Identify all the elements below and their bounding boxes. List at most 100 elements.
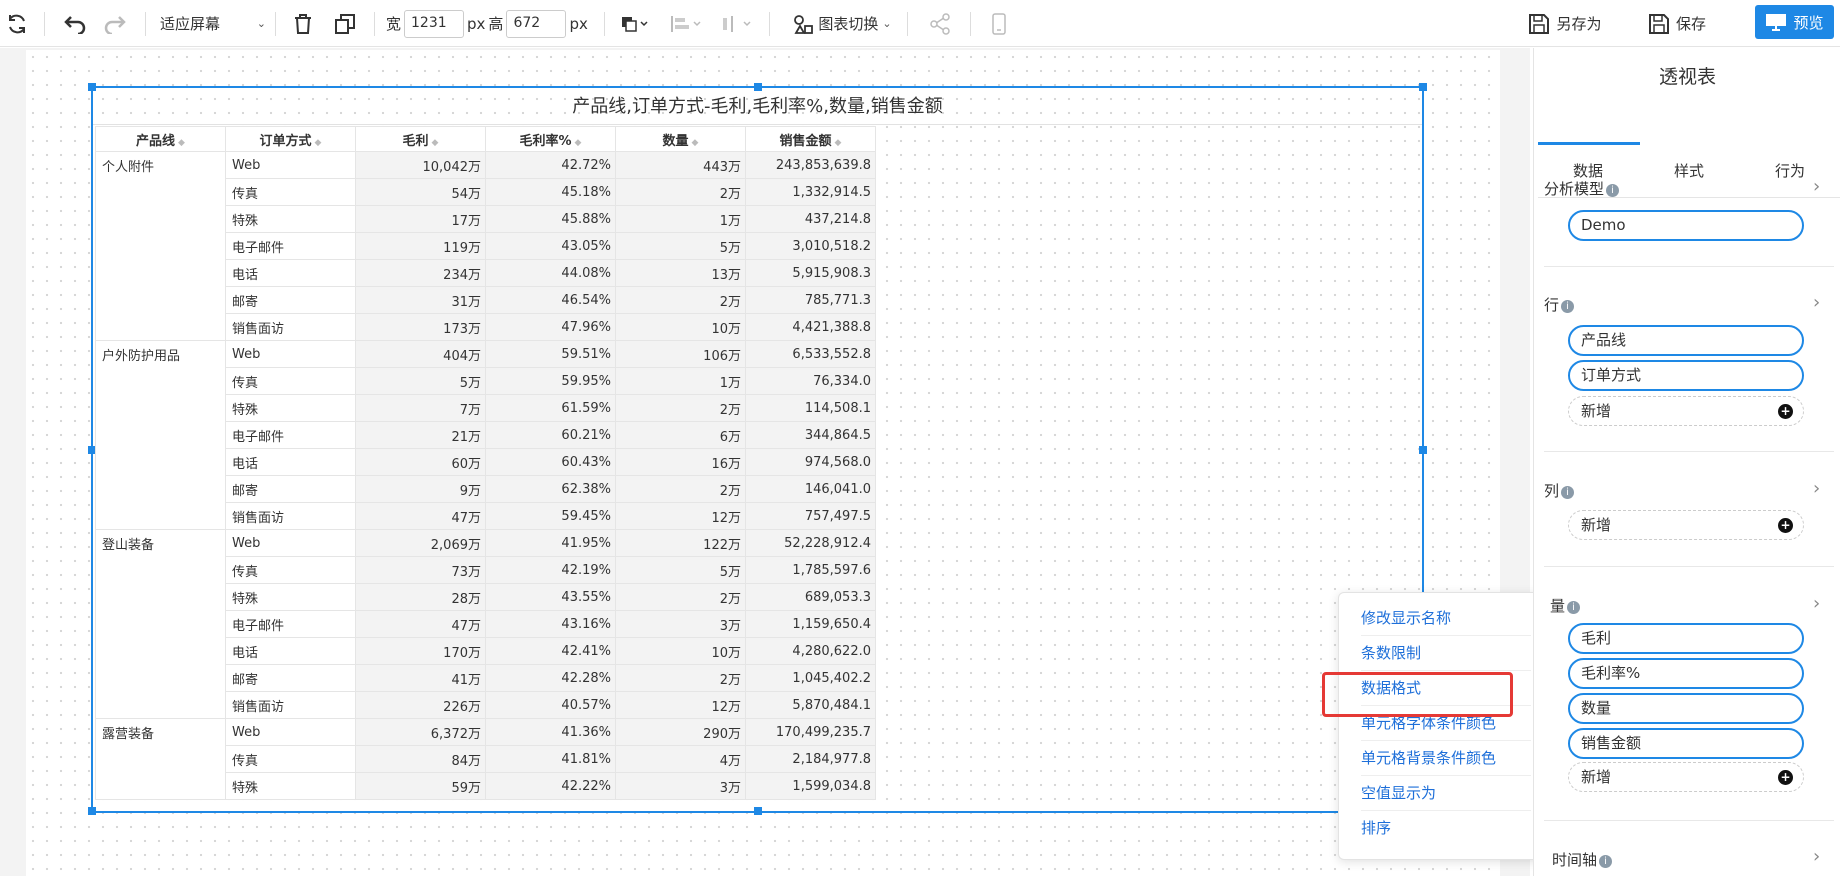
fit-screen-select[interactable]: 适应屏幕 ⌄ — [160, 0, 266, 47]
menu-item-bg-color[interactable]: 单元格背景条件颜色 — [1361, 741, 1531, 776]
width-label: 宽 — [386, 15, 402, 33]
layer-icon[interactable] — [617, 0, 653, 47]
value-cell: 60.21% — [485, 421, 616, 449]
value-cell: 3万 — [615, 772, 746, 800]
value-cell: 3,010,518.2 — [745, 232, 876, 260]
section-columns: 列i — [1544, 480, 1575, 501]
value-cell: 84万 — [355, 745, 486, 773]
tab-behavior[interactable]: 行为 — [1740, 160, 1840, 181]
mobile-icon[interactable] — [987, 0, 1011, 47]
redo-icon[interactable] — [102, 0, 128, 47]
sort-icon[interactable]: ◆ — [178, 138, 185, 148]
distribute-icon[interactable] — [716, 0, 756, 47]
menu-item-empty-display[interactable]: 空值显示为 — [1361, 776, 1531, 811]
dimension-cell: 特殊 — [225, 772, 356, 800]
value-cell: 2,184,977.8 — [745, 745, 876, 773]
dimension-cell: 邮寄 — [225, 286, 356, 314]
value-cell: 4万 — [615, 745, 746, 773]
measure-pill[interactable]: 毛利 — [1568, 623, 1804, 654]
sort-icon[interactable]: ◆ — [692, 138, 699, 148]
properties-panel: 透视表 数据 样式 行为 分析模型 i › Demo 行i › 产品线 订单方式 … — [1533, 48, 1840, 876]
width-input[interactable]: 1231 — [404, 9, 465, 38]
toolbar: 适应屏幕 ⌄ 宽 1231 px 高 672 px 图表切换 ⌄ 另存为 保存 … — [0, 0, 1840, 47]
model-pill[interactable]: Demo — [1568, 210, 1804, 241]
measure-pill[interactable]: 数量 — [1568, 693, 1804, 724]
refresh-icon[interactable] — [4, 0, 30, 47]
dimension-cell: Web — [225, 340, 356, 368]
menu-item-sort[interactable]: 排序 — [1361, 811, 1531, 846]
active-tab-indicator — [1538, 142, 1640, 145]
value-cell: 6,372万 — [355, 718, 486, 746]
save-as-button[interactable]: 另存为 — [1526, 0, 1604, 47]
section-model: 分析模型 i — [1544, 178, 1620, 199]
row-field-pill[interactable]: 订单方式 — [1568, 360, 1804, 391]
value-cell: 42.19% — [485, 556, 616, 584]
value-cell: 5,915,908.3 — [745, 259, 876, 287]
value-cell: 4,421,388.8 — [745, 313, 876, 341]
value-cell: 43.05% — [485, 232, 616, 260]
value-cell: 13万 — [615, 259, 746, 287]
pivot-table: 产品线 ◆ 订单方式 ◆ 毛利 ◆ 毛利率% ◆ 数量 ◆ 销售金额 ◆ 个人附件 Web 10,042万… — [95, 126, 876, 800]
value-cell: 5,870,484.1 — [745, 691, 876, 719]
add-column-button[interactable]: 新增 + — [1568, 510, 1804, 540]
chevron-right-icon[interactable]: › — [1813, 478, 1820, 499]
value-cell: 41.81% — [485, 745, 616, 773]
section-measures: 量i — [1550, 595, 1581, 616]
value-cell: 173万 — [355, 313, 486, 341]
value-cell: 344,864.5 — [745, 421, 876, 449]
value-cell: 10,042万 — [355, 151, 486, 179]
value-cell: 2万 — [615, 394, 746, 422]
delete-icon[interactable] — [290, 0, 316, 47]
chevron-right-icon[interactable]: › — [1813, 593, 1820, 614]
row-field-pill[interactable]: 产品线 — [1568, 325, 1804, 356]
value-cell: 234万 — [355, 259, 486, 287]
sort-icon[interactable]: ◆ — [835, 138, 842, 148]
value-cell: 10万 — [615, 313, 746, 341]
dimension-cell: 传真 — [225, 745, 356, 773]
preview-button[interactable]: 预览 — [1755, 5, 1834, 39]
sort-icon[interactable]: ◆ — [575, 138, 582, 148]
dimension-cell: 传真 — [225, 556, 356, 584]
save-button[interactable]: 保存 — [1645, 0, 1709, 47]
height-label: 高 — [488, 15, 504, 33]
value-cell: 404万 — [355, 340, 486, 368]
table-row: 户外防护用品 Web 404万 59.51% 106万 6,533,552.8 — [95, 340, 876, 530]
chevron-right-icon[interactable]: › — [1813, 176, 1820, 197]
value-cell: 42.41% — [485, 637, 616, 665]
column-header[interactable]: 销售金额 ◆ — [745, 126, 876, 152]
copy-icon[interactable] — [332, 0, 358, 47]
value-cell: 52,228,912.4 — [745, 529, 876, 557]
column-header[interactable]: 数量 ◆ — [615, 126, 746, 152]
measure-pill[interactable]: 销售金额 — [1568, 728, 1804, 759]
column-header[interactable]: 产品线 ◆ — [95, 126, 226, 152]
menu-item-row-limit[interactable]: 条数限制 — [1361, 636, 1531, 671]
align-icon[interactable] — [666, 0, 706, 47]
column-header[interactable]: 毛利 ◆ — [355, 126, 486, 152]
chart-switch-button[interactable]: 图表切换 ⌄ — [790, 0, 894, 47]
add-row-button[interactable]: 新增 + — [1568, 396, 1804, 426]
save-icon — [1648, 13, 1669, 34]
dimension-cell: 邮寄 — [225, 475, 356, 503]
dimension-cell: Web — [225, 529, 356, 557]
column-header[interactable]: 毛利率% ◆ — [485, 126, 616, 152]
menu-item-rename[interactable]: 修改显示名称 — [1361, 601, 1531, 636]
value-cell: 170,499,235.7 — [745, 718, 876, 746]
chevron-right-icon[interactable]: › — [1813, 846, 1820, 867]
sort-icon[interactable]: ◆ — [432, 138, 439, 148]
value-cell: 2万 — [615, 178, 746, 206]
value-cell: 40.57% — [485, 691, 616, 719]
column-header[interactable]: 订单方式 ◆ — [225, 126, 356, 152]
share-icon[interactable] — [927, 0, 953, 47]
chevron-down-icon: ⌄ — [256, 17, 266, 30]
sort-icon[interactable]: ◆ — [315, 138, 322, 148]
add-measure-button[interactable]: 新增 + — [1568, 762, 1804, 792]
pivot-table-widget[interactable]: 产品线,订单方式-毛利,毛利率%,数量,销售金额 产品线 ◆ 订单方式 ◆ 毛利 ◆ 毛利率… — [88, 83, 1427, 815]
undo-icon[interactable] — [62, 0, 88, 47]
measure-pill[interactable]: 毛利率% — [1568, 658, 1804, 689]
value-cell: 44.08% — [485, 259, 616, 287]
value-cell: 76,334.0 — [745, 367, 876, 395]
value-cell: 42.22% — [485, 772, 616, 800]
tab-style[interactable]: 样式 — [1639, 160, 1739, 181]
chevron-right-icon[interactable]: › — [1813, 292, 1820, 313]
height-input[interactable]: 672 — [506, 9, 567, 38]
